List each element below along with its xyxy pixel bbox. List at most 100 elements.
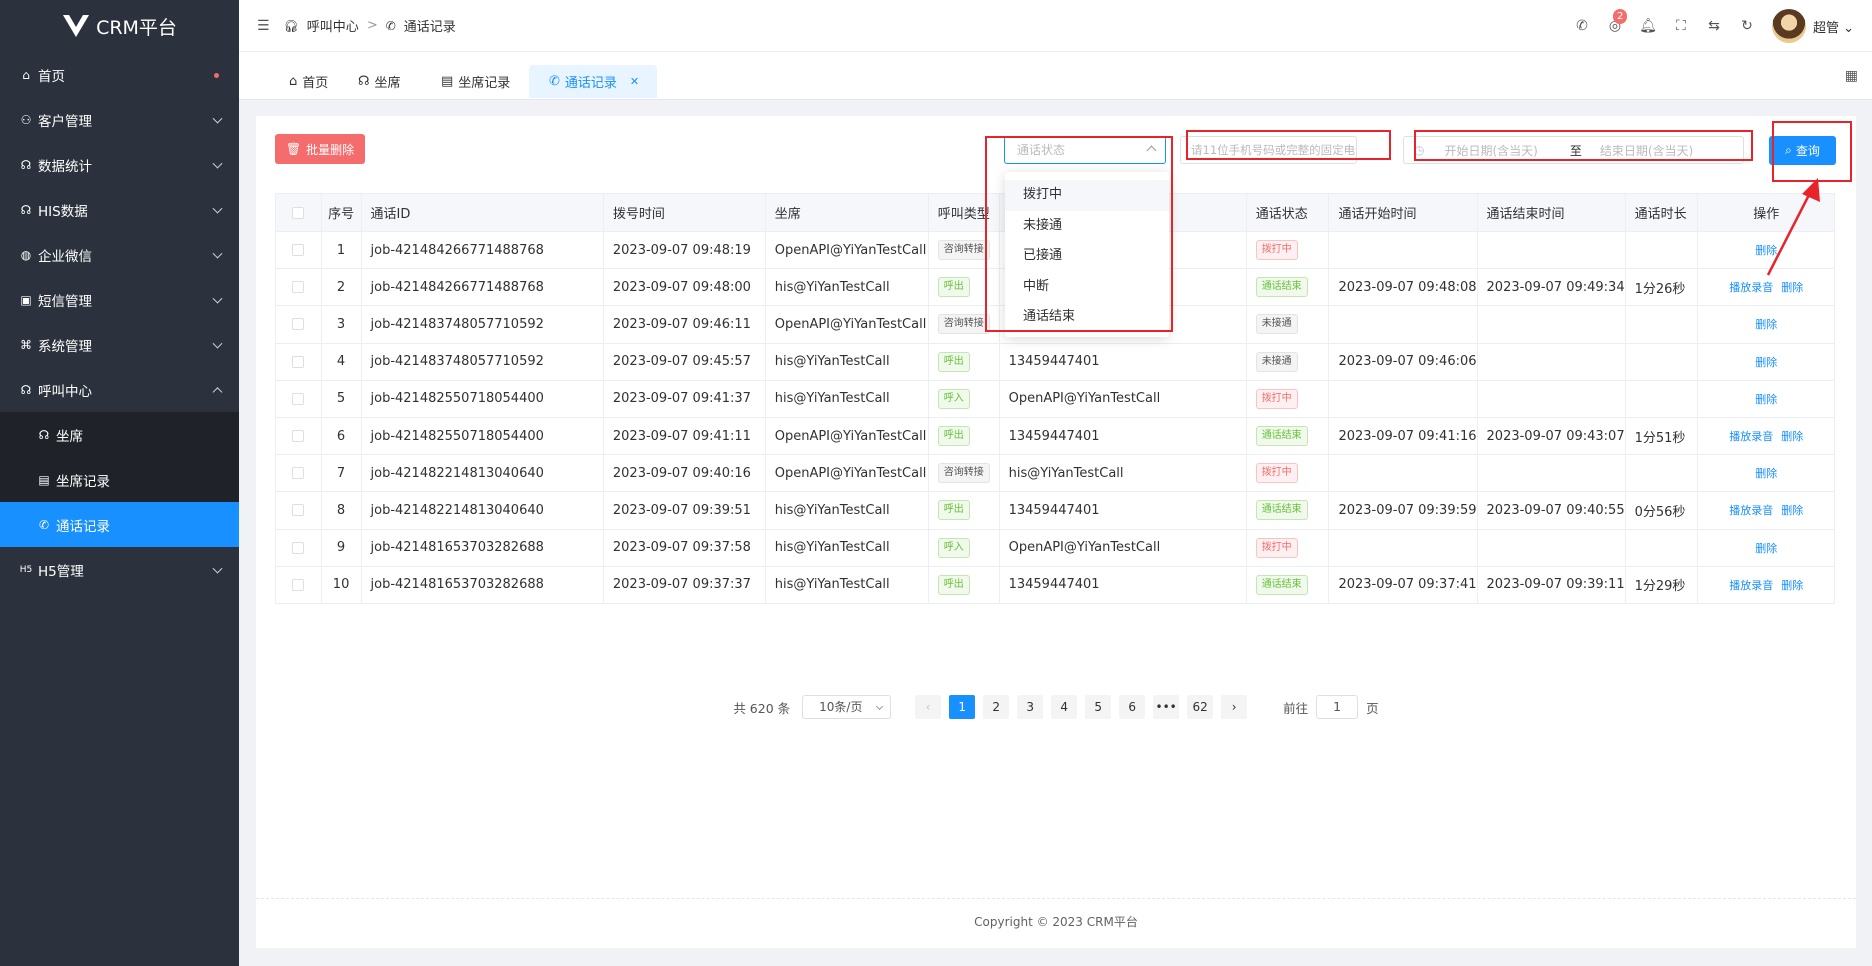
delete-link[interactable]: 删除: [1755, 318, 1777, 331]
end-time: 2023-09-07 09:49:34: [1476, 268, 1626, 307]
dial-time: 2023-09-07 09:41:11: [602, 416, 766, 456]
start-time: 2023-09-07 09:41:16: [1328, 416, 1478, 456]
sidebar-item-label: 通话记录: [56, 518, 110, 535]
sidebar-item-label: HIS数据: [38, 203, 88, 220]
app-logo[interactable]: CRM平台: [0, 0, 239, 52]
notification-badge: 2: [1612, 9, 1628, 24]
delete-link[interactable]: 删除: [1781, 430, 1803, 443]
tab-agent-records[interactable]: ▤ 坐席记录: [433, 65, 518, 98]
toolbar-right: ✆ ◎ 2 🔔︎ ⛶ ⇆ ↻ 超管 ⌄: [1574, 0, 1854, 52]
row-checkbox[interactable]: [292, 541, 305, 554]
page-button[interactable]: 3: [1017, 695, 1044, 719]
refresh-icon[interactable]: ↻: [1739, 18, 1755, 34]
translate-icon[interactable]: ⇆: [1706, 18, 1722, 34]
row-number: 6: [320, 416, 362, 456]
chevron-down-icon: [212, 158, 223, 169]
tags-view: ⌂ 首页 ☊ 坐席 ▤ 坐席记录 ✆ 通话记录 ✕ ▦: [239, 52, 1872, 100]
sidebar-item-11[interactable]: ✆ 通话记录: [0, 502, 239, 547]
column-header: 坐席: [764, 193, 929, 232]
delete-link[interactable]: 删除: [1781, 579, 1803, 592]
call-type-tag: 呼出: [937, 500, 970, 521]
column-header: 通话状态: [1245, 193, 1330, 232]
tab-label: 坐席: [374, 76, 401, 91]
close-icon[interactable]: ✕: [630, 75, 639, 88]
duration: [1624, 342, 1699, 381]
breadcrumb-item-call-center[interactable]: 呼叫中心: [307, 16, 359, 35]
row-checkbox[interactable]: [292, 578, 305, 591]
goto-page-input[interactable]: 1: [1316, 695, 1359, 719]
grid-menu-icon[interactable]: ▦: [1845, 68, 1858, 84]
page-size-select[interactable]: 10条/页: [802, 695, 892, 719]
row-checkbox[interactable]: [292, 467, 305, 480]
phone-icon[interactable]: ✆: [1574, 18, 1590, 34]
page-button[interactable]: 5: [1085, 695, 1112, 719]
sidebar-item-3[interactable]: ☊ 数据统计: [0, 142, 239, 187]
fullscreen-icon[interactable]: ⛶: [1673, 18, 1689, 34]
row-checkbox[interactable]: [292, 355, 305, 368]
column-header: 操作: [1697, 193, 1835, 232]
start-time: 2023-09-07 09:48:08: [1328, 268, 1478, 307]
actions-cell: 播放录音 删除: [1697, 268, 1835, 307]
sidebar-item-5[interactable]: ◍ 企业微信: [0, 232, 239, 277]
delete-link[interactable]: 删除: [1755, 393, 1777, 406]
batch-delete-button[interactable]: 🗑︎ 批量删除: [275, 134, 365, 164]
row-number: 10: [320, 565, 362, 604]
user-menu[interactable]: 超管 ⌄: [1813, 17, 1854, 36]
next-page-button[interactable]: ›: [1221, 695, 1248, 719]
page-button[interactable]: 1: [949, 695, 976, 719]
row-checkbox[interactable]: [292, 430, 305, 443]
status-badge: 拨打中: [1255, 463, 1298, 484]
dial-time: 2023-09-07 09:46:11: [602, 305, 766, 344]
annotation-box-query: [1772, 121, 1852, 182]
call-id: job-421484266771488768: [360, 230, 604, 270]
delete-link[interactable]: 删除: [1755, 542, 1777, 555]
avatar[interactable]: [1771, 9, 1806, 43]
select-all-checkbox[interactable]: [292, 206, 305, 219]
row-checkbox[interactable]: [292, 318, 305, 331]
collapse-menu-icon[interactable]: ☰: [257, 18, 270, 34]
sidebar-item-10[interactable]: ▤ 坐席记录: [0, 457, 239, 502]
sidebar-item-12[interactable]: H5 H5管理: [0, 547, 239, 592]
agent: OpenAPI@YiYanTestCall: [764, 305, 929, 344]
sidebar-item-8[interactable]: ☊ 呼叫中心: [0, 367, 239, 412]
row-checkbox[interactable]: [292, 392, 305, 405]
page-button[interactable]: •••: [1153, 695, 1180, 719]
play-recording-link[interactable]: 播放录音: [1729, 579, 1773, 592]
prev-page-button[interactable]: ‹: [915, 695, 942, 719]
sidebar-item-6[interactable]: ▣ 短信管理: [0, 277, 239, 322]
sidebar-item-9[interactable]: ☊ 坐席: [0, 412, 239, 457]
delete-link[interactable]: 删除: [1755, 356, 1777, 369]
actions-cell: 删除: [1697, 305, 1835, 344]
page-button[interactable]: 4: [1051, 695, 1078, 719]
sidebar-item-4[interactable]: ☊ HIS数据: [0, 187, 239, 232]
bell-icon[interactable]: 🔔︎: [1639, 18, 1657, 34]
row-checkbox[interactable]: [292, 244, 305, 257]
sidebar-item-label: 系统管理: [38, 338, 92, 355]
annotation-box-phone: [1186, 130, 1391, 160]
sidebar-item-2[interactable]: ⚇ 客户管理: [0, 97, 239, 142]
call-type-cell: 咨询转接: [927, 454, 1000, 493]
footer: Copyright © 2023 CRM平台: [256, 898, 1856, 930]
column-header: 通话ID: [360, 193, 604, 232]
page-button[interactable]: 6: [1119, 695, 1146, 719]
row-checkbox[interactable]: [292, 281, 305, 294]
play-recording-link[interactable]: 播放录音: [1729, 281, 1773, 294]
play-recording-link[interactable]: 播放录音: [1729, 430, 1773, 443]
page-button[interactable]: 62: [1187, 695, 1214, 719]
row-checkbox[interactable]: [292, 504, 305, 517]
row-checkbox-cell: [275, 454, 322, 493]
delete-link[interactable]: 删除: [1781, 504, 1803, 517]
tab-home[interactable]: ⌂ 首页: [281, 65, 336, 98]
sidebar-item-1[interactable]: ⌂ 首页: [0, 52, 239, 97]
message-icon[interactable]: ◎ 2: [1607, 9, 1628, 34]
play-recording-link[interactable]: 播放录音: [1729, 504, 1773, 517]
tab-call-records[interactable]: ✆ 通话记录 ✕: [529, 65, 658, 98]
dial-time: 2023-09-07 09:48:19: [602, 230, 766, 270]
tab-agents[interactable]: ☊ 坐席: [350, 65, 409, 98]
top-navbar: ☰ 🎧︎ 呼叫中心 > ✆ 通话记录 ✆ ◎ 2 🔔︎ ⛶ ⇆ ↻ 超管 ⌄: [239, 0, 1872, 52]
page-button[interactable]: 2: [983, 695, 1010, 719]
delete-link[interactable]: 删除: [1755, 244, 1777, 257]
delete-link[interactable]: 删除: [1781, 281, 1803, 294]
sidebar-item-7[interactable]: ⌘ 系统管理: [0, 322, 239, 367]
delete-link[interactable]: 删除: [1755, 467, 1777, 480]
